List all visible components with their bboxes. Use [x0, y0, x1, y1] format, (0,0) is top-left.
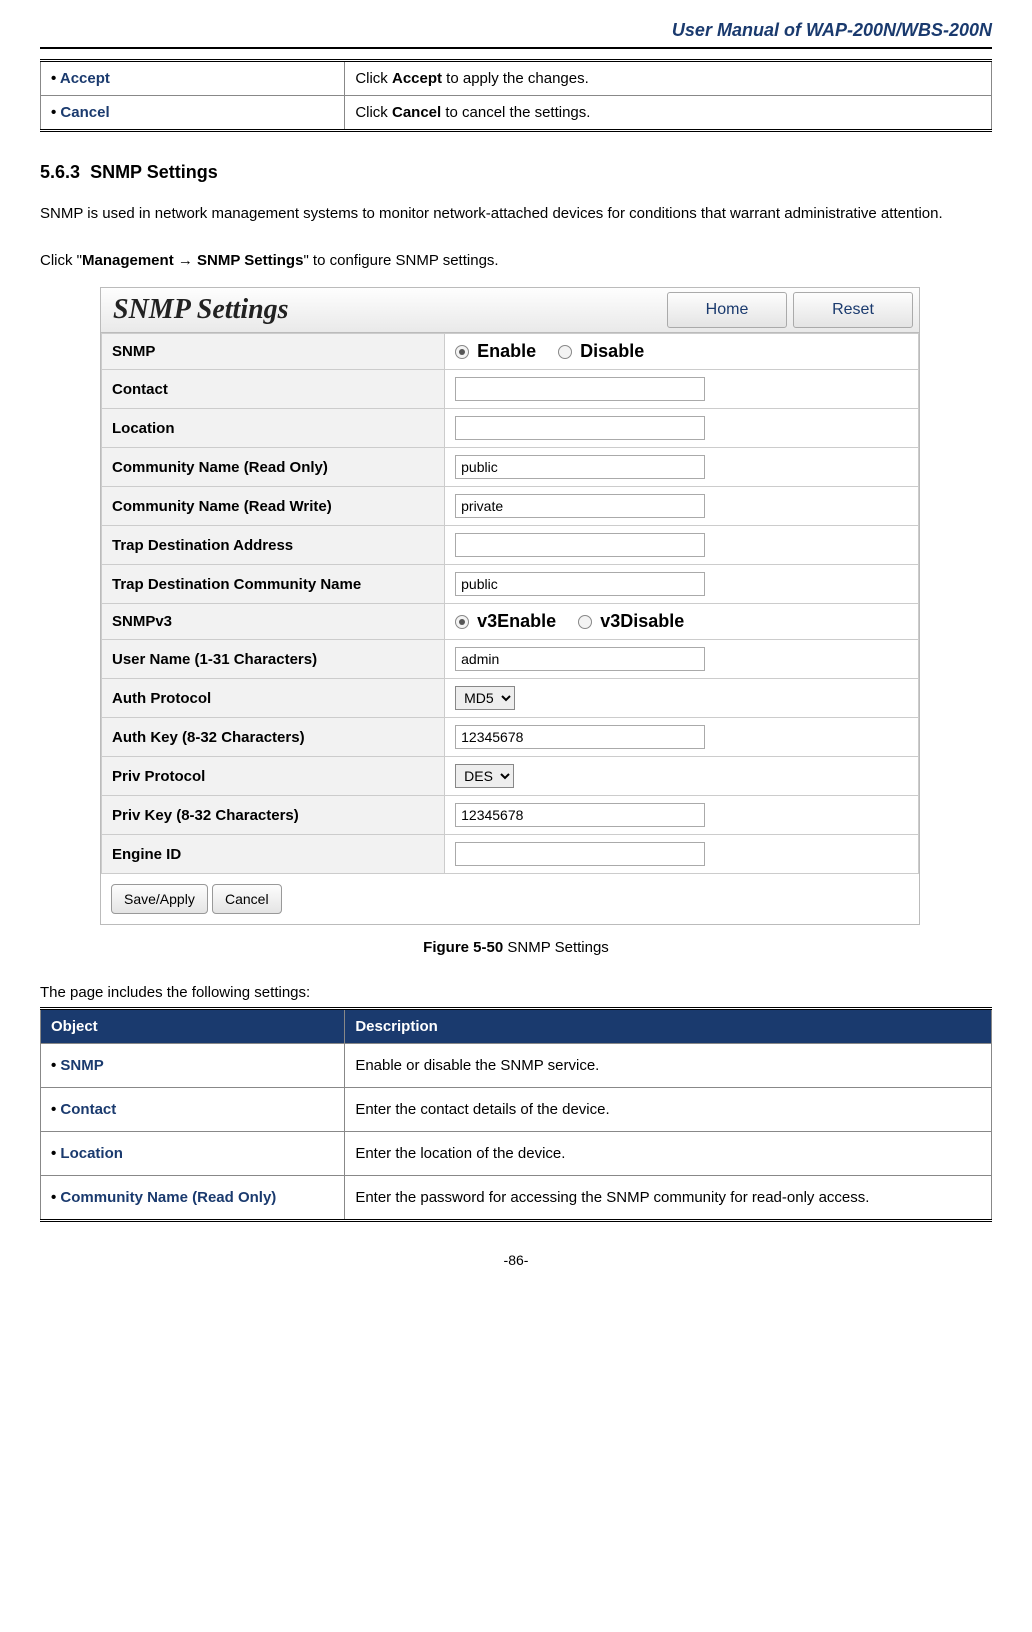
- obj-contact: Contact: [51, 1101, 116, 1118]
- text-bold: Accept: [392, 70, 442, 87]
- snmp-settings-screenshot: SNMP Settings Home Reset SNMP Enable Dis…: [100, 287, 920, 925]
- snmp-form-table: SNMP Enable Disable Contact Location Com…: [101, 333, 919, 874]
- snmp-label: SNMP: [102, 334, 445, 370]
- contact-label: Contact: [102, 370, 445, 409]
- text: Click ": [40, 252, 82, 269]
- username-label: User Name (1-31 Characters): [102, 640, 445, 679]
- desc-intro: The page includes the following settings…: [40, 984, 992, 1001]
- table-row: Cancel Click Cancel to cancel the settin…: [41, 96, 992, 131]
- privproto-select[interactable]: DES: [455, 764, 514, 788]
- nav-snmp: SNMP Settings: [197, 252, 303, 269]
- table-row: Accept Click Accept to apply the changes…: [41, 61, 992, 96]
- desc-contact: Enter the contact details of the device.: [345, 1088, 992, 1132]
- snmp-enable-label: Enable: [477, 341, 536, 362]
- section-title: SNMP Settings: [90, 162, 218, 182]
- privkey-label: Priv Key (8-32 Characters): [102, 796, 445, 835]
- desc-comm-ro: Enter the password for accessing the SNM…: [345, 1176, 992, 1221]
- v3disable-radio[interactable]: [578, 615, 592, 629]
- contact-input[interactable]: [455, 377, 705, 401]
- username-input[interactable]: [455, 647, 705, 671]
- location-input[interactable]: [455, 416, 705, 440]
- reset-button[interactable]: Reset: [793, 292, 913, 328]
- community-rw-input[interactable]: [455, 494, 705, 518]
- engine-input[interactable]: [455, 842, 705, 866]
- snmp-disable-label: Disable: [580, 341, 644, 362]
- button-row: Save/Apply Cancel: [101, 874, 919, 924]
- authproto-select[interactable]: MD5: [455, 686, 515, 710]
- accept-desc: Click Accept to apply the changes.: [345, 61, 992, 96]
- community-ro-input[interactable]: [455, 455, 705, 479]
- snmp-enable-radio[interactable]: [455, 345, 469, 359]
- location-label: Location: [102, 409, 445, 448]
- section-heading: 5.6.3 SNMP Settings: [40, 162, 992, 183]
- text: Click: [355, 70, 392, 87]
- cancel-button[interactable]: Cancel: [212, 884, 282, 914]
- obj-snmp: SNMP: [51, 1057, 104, 1074]
- figure-titlebar: SNMP Settings Home Reset: [101, 288, 919, 333]
- table-row: Location Enter the location of the devic…: [41, 1132, 992, 1176]
- save-apply-button[interactable]: Save/Apply: [111, 884, 208, 914]
- table-row: Community Name (Read Only) Enter the pas…: [41, 1176, 992, 1221]
- obj-location: Location: [51, 1145, 123, 1162]
- privproto-label: Priv Protocol: [102, 757, 445, 796]
- desc-location: Enter the location of the device.: [345, 1132, 992, 1176]
- engine-label: Engine ID: [102, 835, 445, 874]
- snmpv3-label: SNMPv3: [102, 604, 445, 640]
- figure-caption: Figure 5-50 SNMP Settings: [40, 939, 992, 956]
- trap-addr-input[interactable]: [455, 533, 705, 557]
- cancel-desc: Click Cancel to cancel the settings.: [345, 96, 992, 131]
- trap-comm-label: Trap Destination Community Name: [102, 565, 445, 604]
- accept-label: Accept: [51, 70, 110, 87]
- text: to apply the changes.: [442, 70, 589, 87]
- arrow-icon: →: [174, 252, 197, 269]
- cancel-label: Cancel: [51, 104, 110, 121]
- figure-caption-text: SNMP Settings: [503, 939, 609, 956]
- text: " to configure SNMP settings.: [303, 252, 498, 269]
- panel-title: SNMP Settings: [101, 288, 667, 332]
- obj-comm-ro: Community Name (Read Only): [51, 1189, 276, 1206]
- home-button[interactable]: Home: [667, 292, 787, 328]
- page-number: -86-: [40, 1252, 992, 1268]
- figure-number: Figure 5-50: [423, 939, 503, 956]
- section-intro: SNMP is used in network management syste…: [40, 197, 992, 230]
- authkey-input[interactable]: [455, 725, 705, 749]
- text: to cancel the settings.: [441, 104, 590, 121]
- doc-header-title: User Manual of WAP-200N/WBS-200N: [40, 20, 992, 49]
- community-ro-label: Community Name (Read Only): [102, 448, 445, 487]
- authproto-label: Auth Protocol: [102, 679, 445, 718]
- description-header: Description: [345, 1009, 992, 1044]
- description-table: Object Description SNMP Enable or disabl…: [40, 1007, 992, 1222]
- authkey-label: Auth Key (8-32 Characters): [102, 718, 445, 757]
- section-number: 5.6.3: [40, 162, 80, 182]
- v3enable-label: v3Enable: [477, 611, 556, 632]
- text: Click: [355, 104, 392, 121]
- navigation-instruction: Click "Management → SNMP Settings" to co…: [40, 244, 992, 277]
- trap-addr-label: Trap Destination Address: [102, 526, 445, 565]
- table-row: Contact Enter the contact details of the…: [41, 1088, 992, 1132]
- accept-cancel-table: Accept Click Accept to apply the changes…: [40, 59, 992, 132]
- community-rw-label: Community Name (Read Write): [102, 487, 445, 526]
- v3enable-radio[interactable]: [455, 615, 469, 629]
- desc-snmp: Enable or disable the SNMP service.: [345, 1044, 992, 1088]
- v3disable-label: v3Disable: [600, 611, 684, 632]
- privkey-input[interactable]: [455, 803, 705, 827]
- snmp-disable-radio[interactable]: [558, 345, 572, 359]
- trap-comm-input[interactable]: [455, 572, 705, 596]
- table-row: SNMP Enable or disable the SNMP service.: [41, 1044, 992, 1088]
- text-bold: Cancel: [392, 104, 441, 121]
- object-header: Object: [41, 1009, 345, 1044]
- nav-management: Management: [82, 252, 174, 269]
